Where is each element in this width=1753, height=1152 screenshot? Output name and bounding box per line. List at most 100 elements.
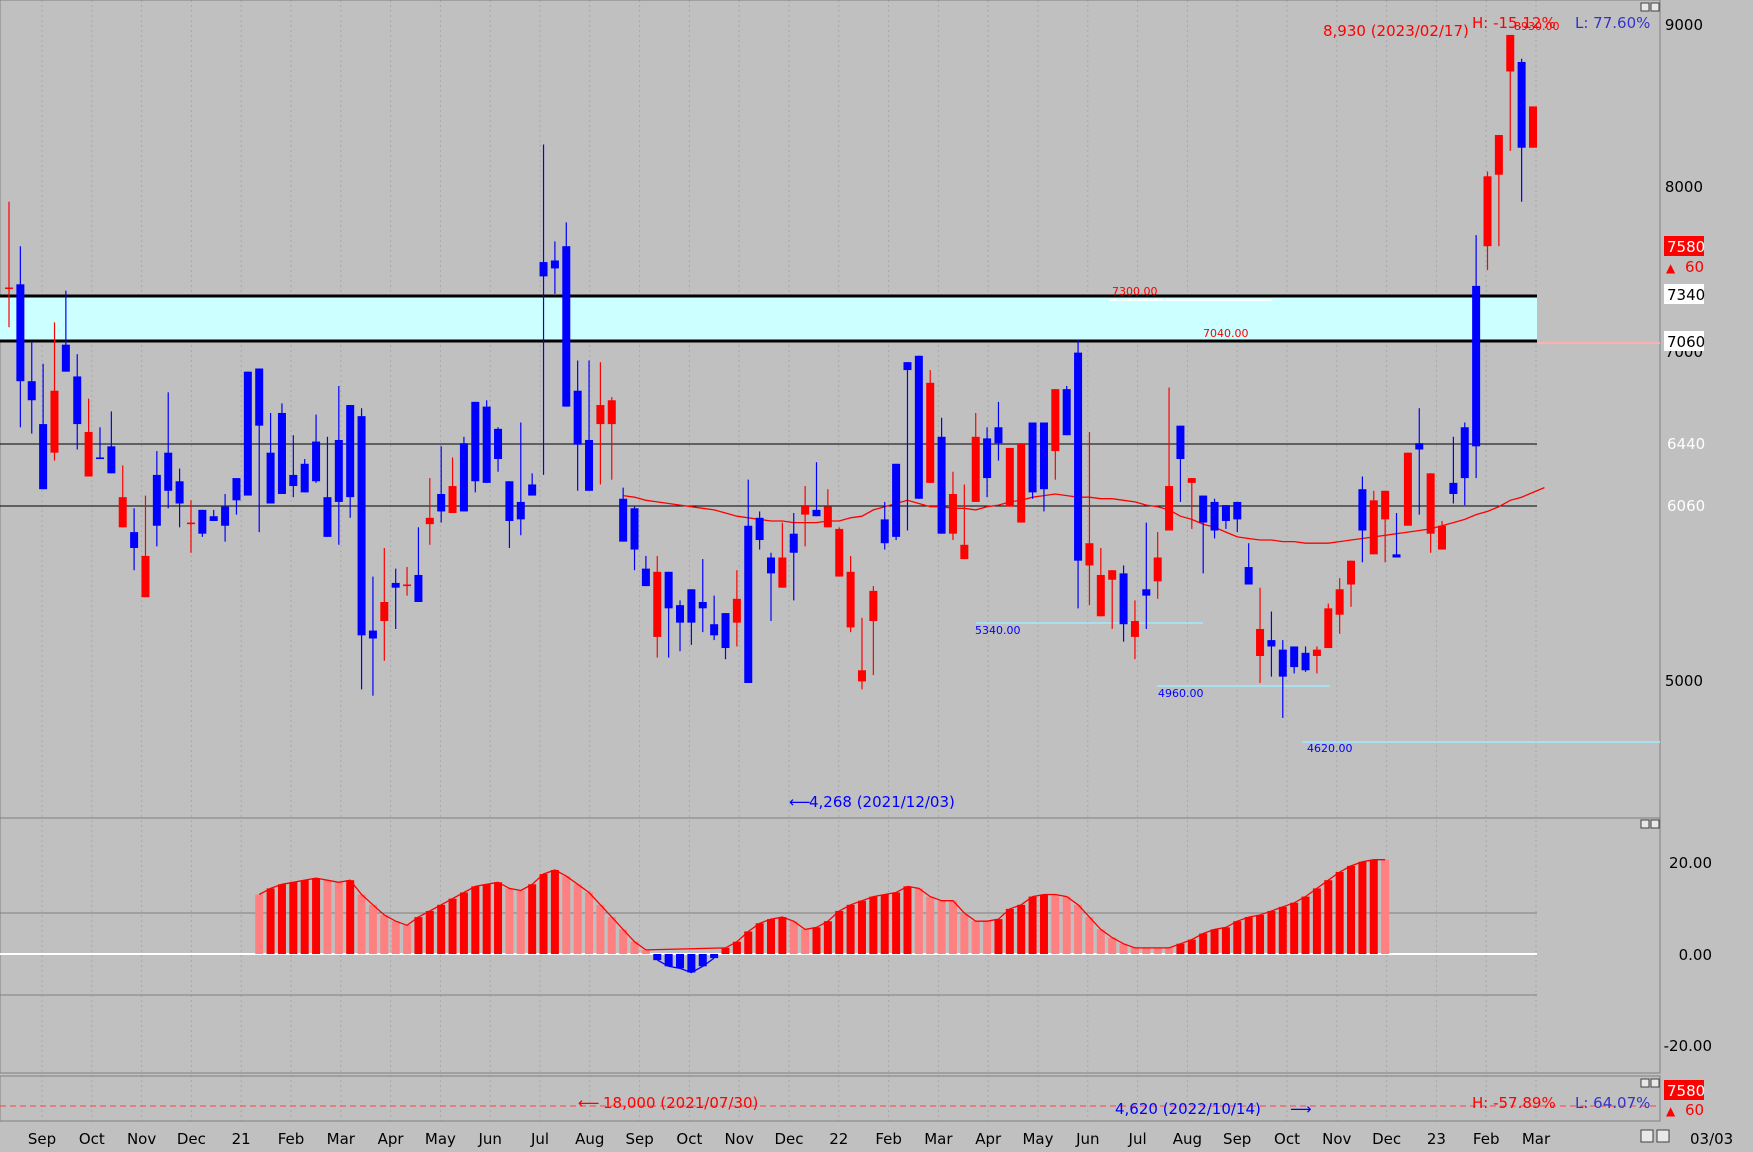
candle-body <box>84 432 93 477</box>
histogram-bar <box>914 888 923 954</box>
candle[interactable] <box>243 371 252 496</box>
candle[interactable] <box>277 403 286 494</box>
candle-body <box>926 382 935 483</box>
histogram-bar <box>573 884 582 954</box>
candle[interactable] <box>459 436 468 512</box>
candle-body <box>1199 495 1208 523</box>
candle[interactable] <box>1028 422 1037 499</box>
zoom-tool-button[interactable] <box>1656 1129 1670 1143</box>
histogram-bar <box>892 892 901 954</box>
candle-body <box>687 589 696 623</box>
osc-maximize-button[interactable] <box>1640 819 1650 829</box>
histogram-bar <box>1369 859 1378 954</box>
candle-body <box>39 424 48 490</box>
candle-body <box>1460 427 1469 479</box>
candle[interactable] <box>1529 106 1537 148</box>
candle-body <box>1278 649 1287 677</box>
candle-body <box>698 601 707 609</box>
histogram-bar <box>516 890 525 954</box>
overview-close-button[interactable] <box>1650 1078 1660 1088</box>
histogram-bar <box>812 927 821 954</box>
candle[interactable] <box>1403 452 1412 526</box>
candle-body <box>1517 61 1526 148</box>
edit-tool-button[interactable] <box>1640 1129 1654 1143</box>
histogram-bar <box>1108 937 1117 954</box>
candle-body <box>1381 490 1390 520</box>
candle-body <box>550 260 559 269</box>
histogram-bar <box>403 925 412 954</box>
overview-mid-arrow: ⟶ <box>1290 1100 1312 1118</box>
candle-body <box>1096 574 1105 617</box>
candle[interactable] <box>300 459 309 493</box>
stock-chart[interactable]: 7300.00 7040.00 5340.00 4960.00 4620.00 … <box>0 0 1753 1152</box>
candle-body <box>425 517 434 525</box>
candle-body <box>1347 560 1356 585</box>
histogram-bar <box>960 913 969 954</box>
histogram-bar <box>1267 910 1276 954</box>
x-tick-label: Dec <box>177 1130 206 1148</box>
maximize-button[interactable] <box>1640 2 1650 12</box>
candle-body <box>641 568 650 587</box>
candle[interactable] <box>1005 447 1014 507</box>
histogram-bar <box>1335 872 1344 954</box>
candle-body <box>1449 482 1458 494</box>
histogram-bar <box>789 921 798 954</box>
histogram-bar <box>971 921 980 954</box>
histogram-bar <box>1381 859 1390 954</box>
candle[interactable] <box>926 370 935 483</box>
x-tick-label: Oct <box>676 1130 702 1148</box>
candle[interactable] <box>562 222 571 407</box>
overview-maximize-button[interactable] <box>1640 1078 1650 1088</box>
candle[interactable] <box>914 355 923 499</box>
candle-body <box>1176 425 1185 460</box>
candle[interactable] <box>892 463 901 541</box>
x-tick-label: Aug <box>575 1130 604 1148</box>
candle[interactable] <box>1017 443 1026 523</box>
overview-change-value: 60 <box>1685 1101 1704 1119</box>
histogram-bar <box>1358 861 1367 954</box>
candle-body <box>221 506 230 526</box>
histogram-bar <box>312 878 321 954</box>
candle-body <box>994 427 1003 444</box>
candle-body <box>198 509 207 534</box>
candle-body <box>471 401 480 482</box>
histogram-bar <box>994 919 1003 954</box>
histogram-bar <box>607 917 616 954</box>
osc-close-button[interactable] <box>1650 819 1660 829</box>
histogram-bar <box>459 892 468 954</box>
candle[interactable] <box>835 527 844 577</box>
candle-body <box>710 624 719 636</box>
histogram-bar <box>1062 896 1071 954</box>
candle-body <box>1290 646 1299 668</box>
histogram-bar <box>687 954 696 973</box>
histogram-bar <box>1096 929 1105 954</box>
candle-body <box>209 516 218 521</box>
x-tick-label: Jul <box>1128 1130 1147 1148</box>
candle[interactable] <box>1062 385 1071 436</box>
histogram-bar <box>323 880 332 954</box>
close-button[interactable] <box>1650 2 1660 12</box>
candle-body <box>73 376 82 425</box>
histogram-bar <box>425 910 434 954</box>
candle-body <box>277 412 286 494</box>
histogram-bar <box>721 947 730 954</box>
candle-body <box>983 438 992 479</box>
candle-body <box>5 287 13 289</box>
candle[interactable] <box>1324 603 1333 649</box>
histogram-bar <box>562 876 571 954</box>
candle[interactable] <box>471 401 480 493</box>
candle-body <box>95 457 104 460</box>
x-tick-label: Mar <box>1522 1130 1551 1148</box>
annotation-7300: 7300.00 <box>1112 285 1158 298</box>
candle-body <box>164 452 173 491</box>
candle-body <box>403 584 412 587</box>
candle-body <box>892 463 901 537</box>
resistance-zone <box>0 296 1537 341</box>
histogram-bar <box>596 904 605 954</box>
candle[interactable] <box>198 509 207 537</box>
candle[interactable] <box>482 400 491 483</box>
histogram-bar <box>948 900 957 954</box>
histogram-bar <box>1347 865 1356 954</box>
histogram-bar <box>1165 947 1174 954</box>
candle-body <box>528 484 537 496</box>
